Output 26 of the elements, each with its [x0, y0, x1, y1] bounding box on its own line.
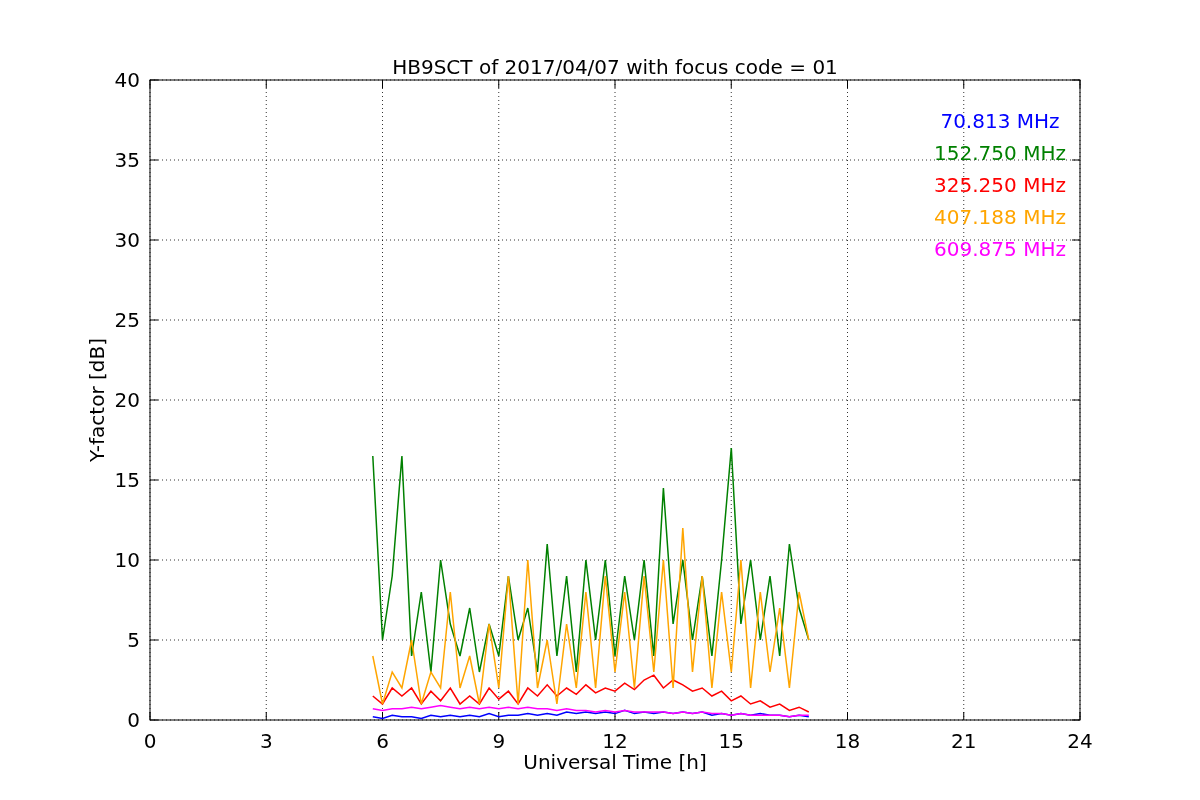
chart-title: HB9SCT of 2017/04/07 with focus code = 01 [392, 55, 838, 79]
tick-label: 9 [492, 729, 506, 753]
legend-label: 407.188 MHz [934, 205, 1066, 229]
tick-label: 15 [718, 729, 744, 753]
tick-label: 40 [114, 68, 140, 92]
legend-label: 325.250 MHz [934, 173, 1066, 197]
tick-label: 25 [114, 308, 140, 332]
tick-label: 15 [114, 468, 140, 492]
tick-label: 3 [259, 729, 273, 753]
tick-label: 0 [127, 708, 140, 732]
tick-label: 0 [143, 729, 157, 753]
tick-label: 24 [1067, 729, 1093, 753]
tick-label: 35 [114, 148, 140, 172]
legend-label: 70.813 MHz [940, 109, 1060, 133]
tick-label: 20 [114, 388, 140, 412]
tick-label: 30 [114, 228, 140, 252]
legend-label: 152.750 MHz [934, 141, 1066, 165]
x-axis-label: Universal Time [h] [523, 750, 707, 774]
y-axis-label: Y-factor [dB] [85, 338, 109, 462]
tick-label: 5 [127, 628, 140, 652]
tick-label: 21 [951, 729, 977, 753]
tick-label: 18 [834, 729, 861, 753]
legend-label: 609.875 MHz [934, 237, 1066, 261]
tick-label: 12 [602, 729, 628, 753]
tick-label: 6 [376, 729, 389, 753]
tick-label: 10 [114, 548, 140, 572]
